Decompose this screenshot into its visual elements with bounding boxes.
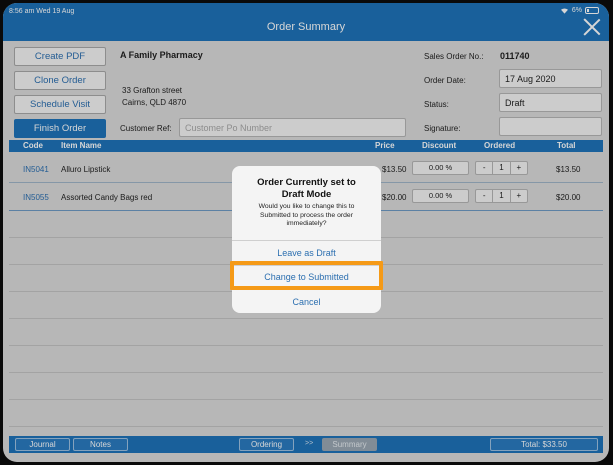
app-window: 8:56 am Wed 19 Aug 6% Order Summary Crea…: [3, 3, 609, 462]
alert-message: Would you like to change this to Submitt…: [258, 203, 355, 227]
highlight-box: [230, 261, 383, 290]
draft-mode-alert: Order Currently set to Draft Mode Would …: [232, 166, 381, 313]
cancel-button[interactable]: Cancel: [232, 297, 381, 307]
leave-as-draft-button[interactable]: Leave as Draft: [232, 248, 381, 258]
alert-title: Order Currently set to Draft Mode: [257, 177, 356, 200]
alert-divider: [232, 240, 381, 241]
